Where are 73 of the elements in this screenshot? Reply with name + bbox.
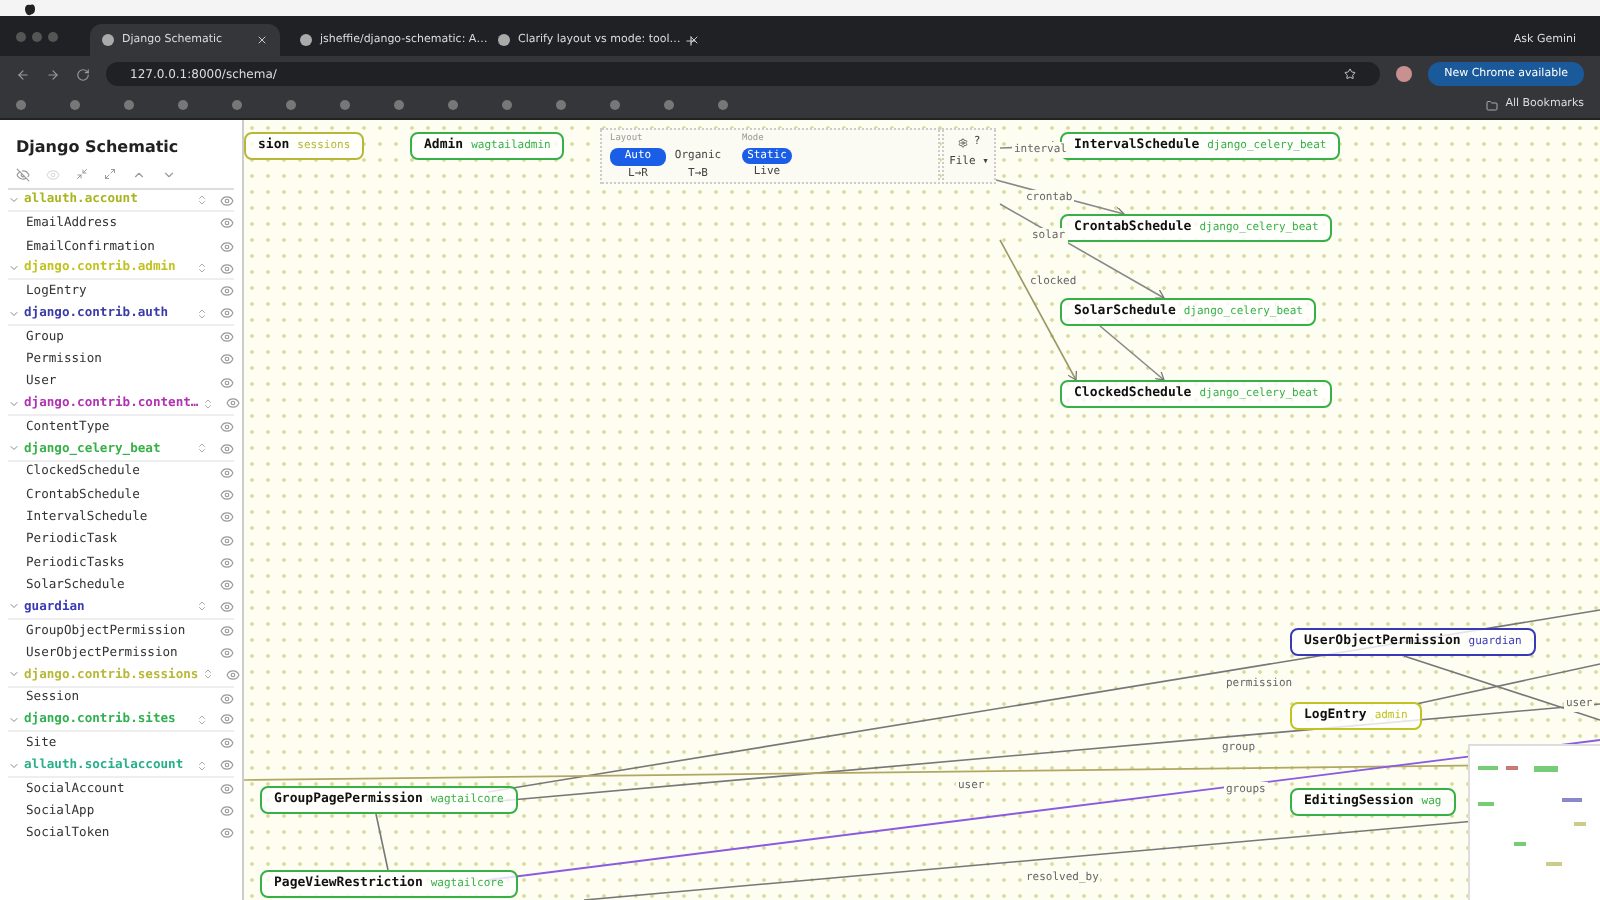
hide-all-icon[interactable] [16,167,30,181]
visibility-icon[interactable] [220,239,234,254]
bookmark-icon[interactable] [556,100,566,110]
visibility-icon[interactable] [226,667,241,682]
edge-line [1099,325,1165,381]
favicon-icon [102,34,114,46]
settings-icon[interactable] [957,137,968,148]
visibility-icon[interactable] [220,555,234,570]
visibility-icon[interactable] [220,441,234,456]
back-icon[interactable] [16,67,30,81]
apple-icon[interactable] [24,1,36,15]
visibility-icon[interactable] [220,599,234,614]
bookmark-icon[interactable] [448,100,458,110]
visibility-icon[interactable] [220,420,234,435]
new-tab-icon[interactable] [684,34,698,48]
chevron-down-icon[interactable] [8,262,20,275]
bookmark-icon[interactable] [16,100,26,110]
visibility-icon[interactable] [220,736,234,751]
visibility-icon[interactable] [220,193,234,208]
sidebar-title: Django Schematic [14,136,181,160]
visibility-icon[interactable] [220,261,234,276]
visibility-icon[interactable] [220,352,234,367]
visibility-icon[interactable] [220,306,234,321]
visibility-icon[interactable] [220,826,234,841]
chevron-down-icon[interactable] [8,307,20,320]
visibility-icon[interactable] [226,396,241,411]
bookmark-star-icon[interactable] [1344,68,1357,80]
profile-avatar[interactable] [1396,66,1413,82]
favicon-icon [498,34,510,46]
visibility-icon[interactable] [220,533,234,548]
bookmark-icon[interactable] [286,100,296,110]
visibility-icon[interactable] [220,712,234,727]
visibility-icon[interactable] [220,488,234,502]
chevron-down-icon[interactable] [8,442,20,455]
visibility-icon[interactable] [220,781,234,796]
chevron-down-icon[interactable] [8,600,20,613]
reload-icon[interactable] [76,67,90,81]
visibility-icon[interactable] [220,465,234,480]
bookmark-icon[interactable] [610,100,620,110]
bookmark-icon[interactable] [70,100,80,110]
bookmark-icon[interactable] [340,100,350,110]
visibility-icon[interactable] [220,216,234,231]
chevron-down-icon[interactable] [162,167,176,181]
visibility-icon[interactable] [220,329,234,344]
folder-icon [1485,99,1498,111]
visibility-icon[interactable] [220,510,234,525]
bookmark-icon[interactable] [124,100,134,110]
visibility-icon[interactable] [220,284,234,299]
chevron-down-icon[interactable] [8,713,20,726]
bookmark-icon[interactable] [502,100,512,110]
forward-icon[interactable] [46,67,60,81]
edge-line [375,813,389,871]
visibility-icon[interactable] [220,646,234,661]
bookmark-icon[interactable] [178,100,188,110]
bookmark-icon[interactable] [232,100,242,110]
bookmark-icon[interactable] [718,100,728,110]
chevron-down-icon[interactable] [8,194,20,207]
close-icon[interactable] [688,34,701,46]
chevron-up-icon[interactable] [132,167,146,181]
bookmark-icon[interactable] [394,100,404,110]
visibility-icon[interactable] [220,623,234,638]
visibility-icon[interactable] [220,578,234,593]
chevron-down-icon[interactable] [8,397,20,410]
close-icon[interactable] [256,34,268,46]
visibility-icon[interactable] [220,691,234,706]
visibility-icon[interactable] [220,758,234,773]
chevron-down-icon[interactable] [8,759,20,772]
visibility-icon[interactable] [220,804,234,819]
collapse-icon[interactable] [76,168,88,180]
favicon-icon [300,34,312,46]
bookmark-icon[interactable] [664,100,674,110]
chevron-down-icon[interactable] [8,668,20,681]
visibility-icon[interactable] [220,375,234,390]
